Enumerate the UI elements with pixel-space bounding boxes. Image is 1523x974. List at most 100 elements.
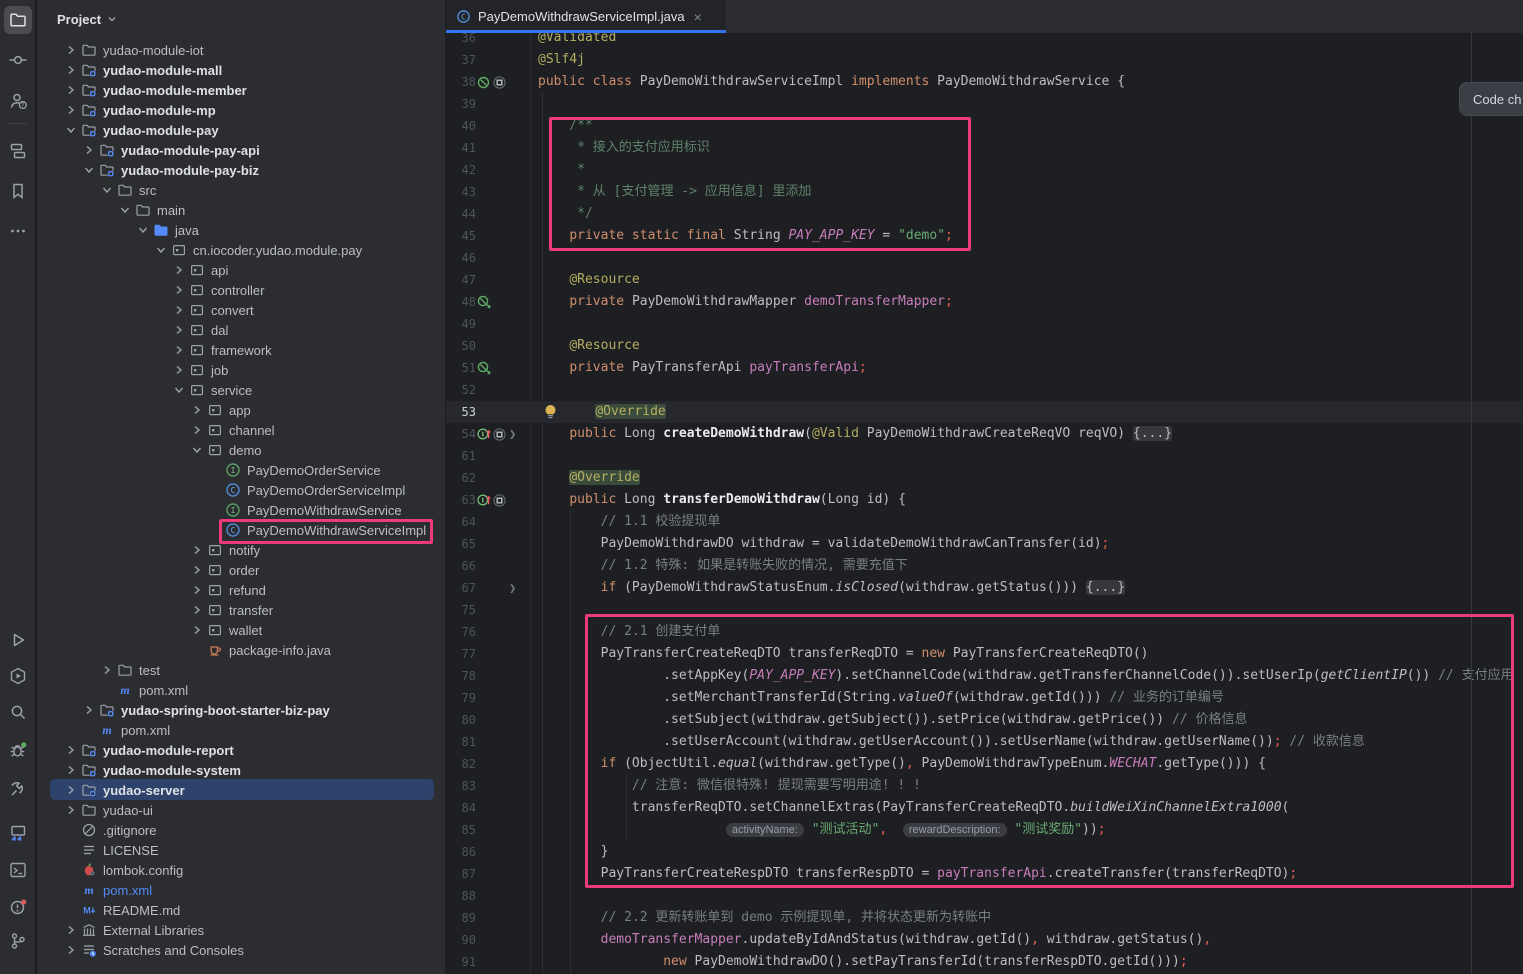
tree-item-refund[interactable]: refund <box>189 580 266 600</box>
tree-item-yudao-module-pay-biz[interactable]: yudao-module-pay-biz <box>81 160 259 180</box>
chevron-down-icon[interactable] <box>171 382 187 398</box>
chevron-right-icon[interactable] <box>99 662 115 678</box>
code-line-52[interactable]: 52 <box>446 379 1523 401</box>
line-number[interactable]: 80 <box>446 709 476 731</box>
chevron-down-icon[interactable] <box>81 162 97 178</box>
tree-item-yudao-module-mp[interactable]: yudao-module-mp <box>63 100 216 120</box>
line-number[interactable]: 83 <box>446 775 476 797</box>
chevron-down-icon[interactable] <box>117 202 133 218</box>
tree-item-cn-iocoder-yudao-module-pay[interactable]: cn.iocoder.yudao.module.pay <box>153 240 362 260</box>
code-line-39[interactable]: 39 <box>446 93 1523 115</box>
line-number[interactable]: 82 <box>446 753 476 775</box>
code-line-67[interactable]: 67❯ if (PayDemoWithdrawStatusEnum.isClos… <box>446 577 1523 599</box>
chevron-down-icon[interactable] <box>99 182 115 198</box>
code-line-54[interactable]: 54❯ public Long createDemoWithdraw(@Vali… <box>446 423 1523 445</box>
tree-item-dal[interactable]: dal <box>171 320 228 340</box>
fold-chevron-icon[interactable]: ❯ <box>509 577 516 599</box>
tree-item-main[interactable]: main <box>117 200 185 220</box>
code-line-89[interactable]: 89 // 2.2 更新转账单到 demo 示例提现单, 并将状态更新为转账中 <box>446 907 1523 929</box>
line-number[interactable]: 44 <box>446 203 476 225</box>
chevron-right-icon[interactable] <box>63 922 79 938</box>
line-number[interactable]: 77 <box>446 643 476 665</box>
rail-run-icon[interactable] <box>4 626 32 654</box>
tree-item-yudao-ui[interactable]: yudao-ui <box>63 800 153 820</box>
chevron-right-icon[interactable] <box>189 402 205 418</box>
line-number[interactable]: 52 <box>446 379 476 401</box>
tree-item-license[interactable]: LICENSE <box>63 840 159 860</box>
line-number[interactable]: 61 <box>446 445 476 467</box>
tree-item-paydemoorderserviceimpl[interactable]: CPayDemoOrderServiceImpl <box>207 480 405 500</box>
chevron-right-icon[interactable] <box>63 62 79 78</box>
line-number[interactable]: 78 <box>446 665 476 687</box>
line-number[interactable]: 66 <box>446 555 476 577</box>
tree-item-yudao-server[interactable]: yudao-server <box>63 780 185 800</box>
tree-item-test[interactable]: test <box>99 660 160 680</box>
code-line-64[interactable]: 64 // 1.1 校验提现单 <box>446 511 1523 533</box>
rail-problems-icon[interactable] <box>4 893 32 921</box>
rail-search-icon[interactable] <box>4 698 32 726</box>
tree-item-yudao-module-member[interactable]: yudao-module-member <box>63 80 247 100</box>
chevron-right-icon[interactable] <box>189 542 205 558</box>
tree-item-order[interactable]: order <box>189 560 259 580</box>
code-line-61[interactable]: 61 <box>446 445 1523 467</box>
rail-build-icon[interactable] <box>4 775 32 803</box>
line-number[interactable]: 48 <box>446 291 476 313</box>
chevron-right-icon[interactable] <box>63 942 79 958</box>
tree-item-yudao-module-system[interactable]: yudao-module-system <box>63 760 241 780</box>
project-panel-header[interactable]: Project <box>37 0 119 38</box>
line-number[interactable]: 41 <box>446 137 476 159</box>
tree-item-api[interactable]: api <box>171 260 228 280</box>
rail-services-icon[interactable] <box>4 662 32 690</box>
code-line-36[interactable]: 36@Validated <box>446 33 1523 49</box>
line-number[interactable]: 62 <box>446 467 476 489</box>
line-number[interactable]: 87 <box>446 863 476 885</box>
chevron-right-icon[interactable] <box>171 342 187 358</box>
chevron-right-icon[interactable] <box>171 362 187 378</box>
line-number[interactable]: 38 <box>446 71 476 93</box>
tree-item-yudao-module-pay[interactable]: yudao-module-pay <box>63 120 219 140</box>
line-number[interactable]: 53 <box>446 401 476 423</box>
chevron-right-icon[interactable] <box>63 102 79 118</box>
code-line-62[interactable]: 62 @Override <box>446 467 1523 489</box>
code-line-90[interactable]: 90 demoTransferMapper.updateByIdAndStatu… <box>446 929 1523 951</box>
line-number[interactable]: 86 <box>446 841 476 863</box>
code-line-37[interactable]: 37@Slf4j <box>446 49 1523 71</box>
rail-remote-icon[interactable] <box>4 819 32 847</box>
rail-terminal-icon[interactable] <box>4 856 32 884</box>
line-number[interactable]: 64 <box>446 511 476 533</box>
chevron-right-icon[interactable] <box>81 142 97 158</box>
line-number[interactable]: 43 <box>446 181 476 203</box>
line-number[interactable]: 88 <box>446 885 476 907</box>
chevron-down-icon[interactable] <box>63 122 79 138</box>
line-number[interactable]: 54 <box>446 423 476 445</box>
tree-item-transfer[interactable]: transfer <box>189 600 273 620</box>
tree-item-channel[interactable]: channel <box>189 420 275 440</box>
line-number[interactable]: 37 <box>446 49 476 71</box>
editor-tab[interactable]: C PayDemoWithdrawServiceImpl.java × <box>446 0 726 33</box>
line-number[interactable]: 63 <box>446 489 476 511</box>
line-number[interactable]: 46 <box>446 247 476 269</box>
tree-item-framework[interactable]: framework <box>171 340 272 360</box>
tab-close-icon[interactable]: × <box>694 9 702 25</box>
code-line-63[interactable]: 63 public Long transferDemoWithdraw(Long… <box>446 489 1523 511</box>
chevron-right-icon[interactable] <box>63 742 79 758</box>
chevron-right-icon[interactable] <box>189 562 205 578</box>
line-number[interactable]: 85 <box>446 819 476 841</box>
chevron-right-icon[interactable] <box>63 762 79 778</box>
chevron-down-icon[interactable] <box>153 242 169 258</box>
tree-item-pom-xml[interactable]: mpom.xml <box>81 720 170 740</box>
chevron-right-icon[interactable] <box>189 602 205 618</box>
tree-item-yudao-module-mall[interactable]: yudao-module-mall <box>63 60 222 80</box>
tree-item-yudao-module-pay-api[interactable]: yudao-module-pay-api <box>81 140 260 160</box>
line-number[interactable]: 42 <box>446 159 476 181</box>
rail-structure-icon[interactable] <box>4 137 32 165</box>
line-number[interactable]: 40 <box>446 115 476 137</box>
tree-item-controller[interactable]: controller <box>171 280 264 300</box>
tree-item-convert[interactable]: convert <box>171 300 254 320</box>
code-line-47[interactable]: 47 @Resource <box>446 269 1523 291</box>
chevron-right-icon[interactable] <box>171 282 187 298</box>
tree-item-service[interactable]: service <box>171 380 252 400</box>
line-number[interactable]: 36 <box>446 33 476 49</box>
chevron-right-icon[interactable] <box>63 82 79 98</box>
tree-item-yudao-module-report[interactable]: yudao-module-report <box>63 740 234 760</box>
